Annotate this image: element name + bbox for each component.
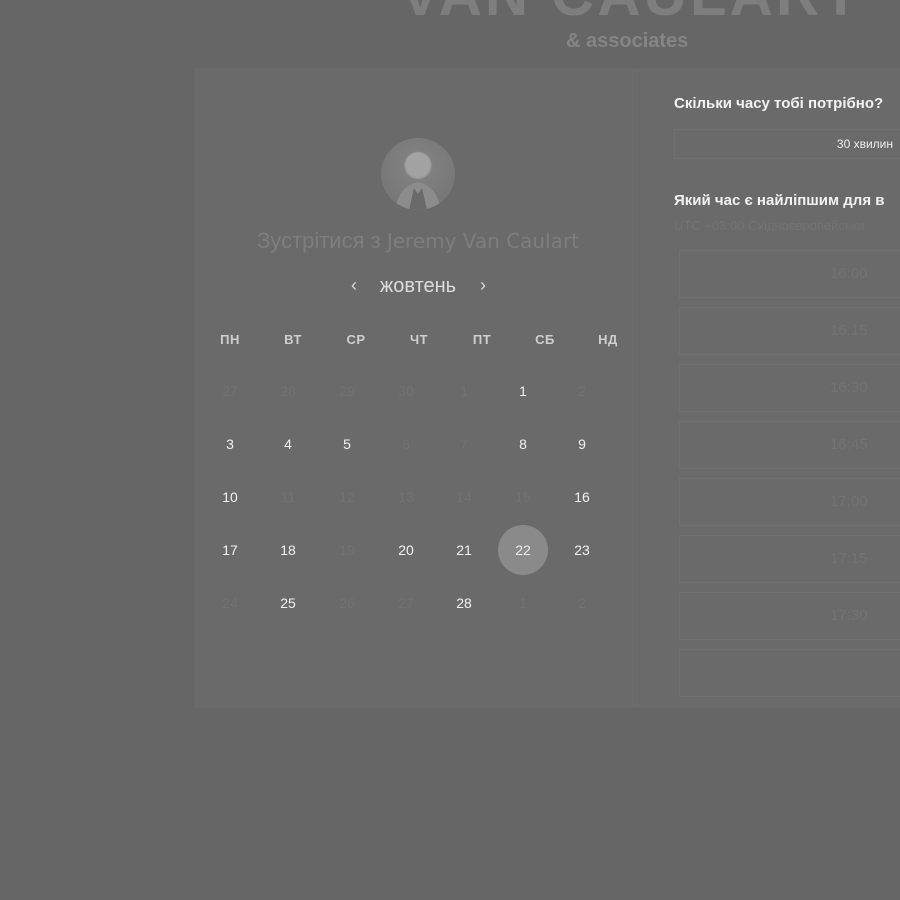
time-slot-label: 17:30 — [830, 607, 868, 624]
time-slot-button[interactable]: 16:00 — [679, 250, 900, 298]
time-slot-button[interactable]: 16:30 — [679, 364, 900, 412]
calendar-day[interactable]: 17 — [205, 525, 255, 575]
calendar-day: 2 — [578, 595, 586, 611]
calendar-day[interactable]: 21 — [439, 525, 489, 575]
time-slot-label: 17:00 — [830, 493, 868, 510]
time-slot-button[interactable]: 16:15 — [679, 307, 900, 355]
calendar-day: 11 — [280, 489, 296, 505]
brand-subtitle: & associates — [566, 30, 689, 52]
calendar-day[interactable]: 25 — [263, 578, 313, 628]
calendar-day: 28 — [280, 383, 296, 399]
calendar-day[interactable]: 9 — [557, 419, 607, 469]
calendar-day: 12 — [339, 489, 355, 505]
calendar-day[interactable]: 8 — [498, 419, 548, 469]
calendar-day[interactable]: 23 — [557, 525, 607, 575]
time-slot-label: 17:15 — [830, 550, 868, 567]
time-slot-label: 16:45 — [830, 436, 868, 453]
duration-select[interactable]: 30 хвилин — [674, 129, 900, 159]
brand-header: VAN CAULART & associates — [0, 0, 900, 60]
calendar-day: 6 — [402, 436, 410, 452]
time-slot-button[interactable] — [679, 649, 900, 697]
calendar-day[interactable]: 10 — [205, 472, 255, 522]
calendar-day: 15 — [515, 489, 531, 505]
time-slot-label: 16:30 — [830, 379, 868, 396]
calendar-day[interactable]: 20 — [381, 525, 431, 575]
calendar-day: 30 — [398, 383, 414, 399]
calendar-day[interactable]: 28 — [439, 578, 489, 628]
calendar-day: 14 — [456, 489, 472, 505]
time-slot-button[interactable]: 17:30 — [679, 592, 900, 640]
calendar-day: 27 — [222, 383, 238, 399]
time-slot-label: 16:15 — [830, 322, 868, 339]
calendar-day[interactable]: 18 — [263, 525, 313, 575]
calendar-day: 27 — [398, 595, 414, 611]
booking-panel: Скільки часу тобі потрібно? 30 хвилин Як… — [674, 70, 900, 706]
calendar-day: 26 — [339, 595, 355, 611]
calendar-day: 1 — [460, 383, 468, 399]
brand-name: VAN CAULART — [400, 0, 862, 29]
calendar-day: 19 — [339, 542, 355, 558]
calendar-grid: 27 28 29 30 1 1 2 3 4 5 6 7 8 9 10 11 12 13 14 15 16 17 18 19 20… — [196, 70, 640, 706]
time-question: Який час є найліпшим для в — [674, 192, 885, 209]
calendar-day: 1 — [519, 595, 527, 611]
calendar-day[interactable]: 5 — [322, 419, 372, 469]
calendar-day: 29 — [339, 383, 355, 399]
time-slot-button[interactable]: 17:00 — [679, 478, 900, 526]
time-slot-label: 16:00 — [830, 265, 868, 282]
calendar-day[interactable]: 3 — [205, 419, 255, 469]
scheduler-card: Зустрітися з Jeremy Van Caulart ‹ жовтен… — [196, 70, 900, 706]
time-slot-button[interactable]: 17:15 — [679, 535, 900, 583]
time-slot-button[interactable]: 16:45 — [679, 421, 900, 469]
calendar-day: 24 — [222, 595, 238, 611]
timezone-label: UTC +03:00 Східноєвропейськи — [674, 218, 865, 233]
calendar-day: 13 — [398, 489, 414, 505]
calendar-day[interactable]: 4 — [263, 419, 313, 469]
calendar-day[interactable]: 16 — [557, 472, 607, 522]
calendar-day: 2 — [578, 383, 586, 399]
calendar-day: 7 — [460, 436, 468, 452]
duration-question: Скільки часу тобі потрібно? — [674, 95, 884, 112]
calendar-day[interactable]: 1 — [498, 366, 548, 416]
calendar-day-selected[interactable]: 22 — [498, 525, 548, 575]
